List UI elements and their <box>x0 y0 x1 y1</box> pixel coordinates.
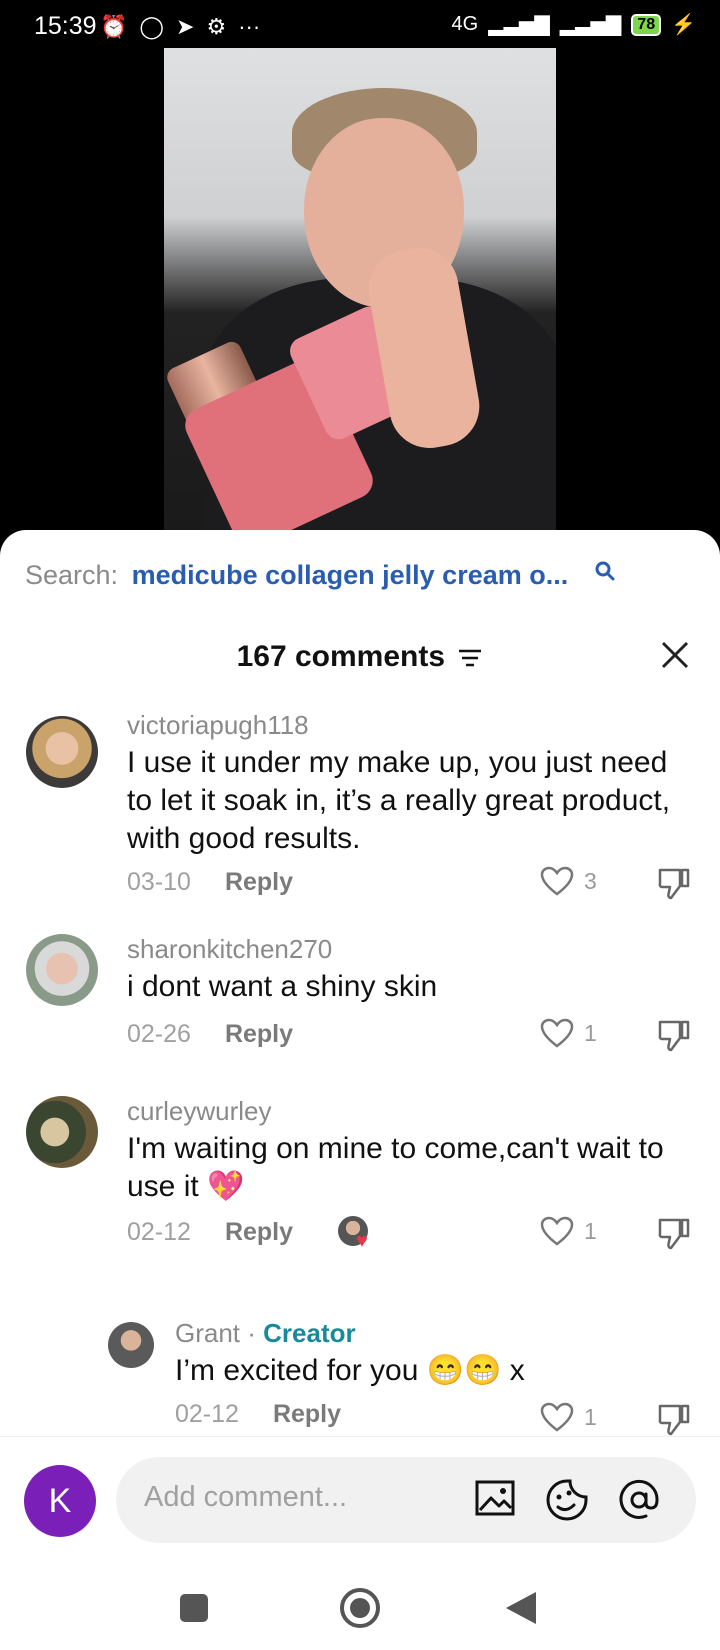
whatsapp-icon: ◯ <box>139 14 165 39</box>
video-preview[interactable] <box>164 48 556 530</box>
thumbs-down-icon[interactable] <box>656 1216 692 1250</box>
charging-icon: ⚡ <box>671 14 696 36</box>
avatar[interactable] <box>26 716 98 788</box>
avatar[interactable] <box>26 934 98 1006</box>
comment-date: 03-10 <box>127 868 191 896</box>
like-button[interactable]: 1 <box>540 1402 597 1432</box>
status-bar: 15:39 ⏰ ◯ ➤ ⚙ ··· 4G ▂▃▅▇ ▂▃▅▇ 78 ⚡ <box>0 0 720 52</box>
comment-date: 02-26 <box>127 1020 191 1048</box>
like-count: 3 <box>584 867 597 894</box>
reply-username[interactable]: Grant <box>175 1318 240 1348</box>
comment-meta: 02-12 Reply <box>127 1218 293 1247</box>
search-icon[interactable] <box>594 560 616 582</box>
reply-button[interactable]: Reply <box>225 1218 293 1247</box>
recents-icon[interactable] <box>178 1592 210 1624</box>
creator-badge: Creator <box>263 1318 356 1348</box>
telegram-icon: ➤ <box>176 14 195 39</box>
more-icon: ··· <box>238 14 261 39</box>
comment-text: i dont want a shiny skin <box>127 970 438 1003</box>
reply-username-row: Grant · Creator <box>175 1318 356 1349</box>
image-icon[interactable] <box>474 1477 516 1519</box>
navigation-bar <box>0 1560 720 1650</box>
comment-date: 02-12 <box>175 1400 239 1428</box>
emoji-sticker-icon[interactable] <box>544 1477 590 1523</box>
thumbs-down-icon[interactable] <box>656 1018 692 1052</box>
comment-meta: 02-12 Reply <box>175 1400 341 1429</box>
separator: · <box>240 1318 264 1348</box>
status-time: 15:39 <box>34 12 97 40</box>
heart-icon <box>540 1018 574 1048</box>
home-icon[interactable] <box>338 1586 382 1630</box>
comments-count: 167 comments <box>236 640 446 673</box>
like-count: 1 <box>584 1217 597 1244</box>
comment-meta: 03-10 Reply <box>127 868 293 897</box>
like-count: 1 <box>584 1403 597 1430</box>
comment-username[interactable]: curleywurley <box>127 1096 272 1127</box>
comment-meta: 02-26 Reply <box>127 1020 293 1049</box>
like-button[interactable]: 1 <box>540 1216 597 1246</box>
creator-liked-badge: ♥ <box>338 1216 372 1252</box>
thumbs-down-icon[interactable] <box>656 1402 692 1436</box>
signal-icon: ▂▃▅▇ <box>488 14 550 36</box>
battery-icon: 78 <box>631 13 662 36</box>
settings-icon: ⚙ <box>206 14 227 39</box>
reply-button[interactable]: Reply <box>225 868 293 897</box>
heart-badge-icon: ♥ <box>356 1230 368 1252</box>
comment-text: I’m excited for you 😁😁 x <box>175 1354 525 1387</box>
network-label: 4G <box>451 13 479 35</box>
alarm-icon: ⏰ <box>100 14 128 39</box>
comments-count-header: 167 comments <box>0 640 720 674</box>
comment-text: I'm waiting on mine to come,can't wait t… <box>127 1132 664 1203</box>
signal-icon-2: ▂▃▅▇ <box>559 14 622 36</box>
status-right: 4G ▂▃▅▇ ▂▃▅▇ 78 ⚡ <box>452 12 696 37</box>
mention-icon[interactable] <box>616 1477 662 1523</box>
reply-button[interactable]: Reply <box>273 1400 341 1429</box>
comment-text: I use it under my make up, you just need… <box>127 746 671 855</box>
back-icon[interactable] <box>504 1590 538 1626</box>
filter-icon[interactable] <box>457 647 483 669</box>
search-query[interactable]: medicube collagen jelly cream o... <box>132 560 569 590</box>
user-avatar[interactable]: K <box>24 1465 96 1537</box>
like-button[interactable]: 1 <box>540 1018 597 1048</box>
heart-icon <box>540 1402 574 1432</box>
comment-composer: K Add comment... <box>0 1436 720 1561</box>
heart-icon <box>540 866 574 896</box>
comment-username[interactable]: sharonkitchen270 <box>127 934 332 965</box>
comment-input-placeholder: Add comment... <box>144 1481 348 1513</box>
heart-icon <box>540 1216 574 1246</box>
close-icon[interactable] <box>658 638 692 672</box>
avatar[interactable] <box>26 1096 98 1168</box>
like-count: 1 <box>584 1019 597 1046</box>
search-suggestion[interactable]: Search: medicube collagen jelly cream o.… <box>25 560 568 591</box>
thumbs-down-icon[interactable] <box>656 866 692 900</box>
like-button[interactable]: 3 <box>540 866 597 896</box>
search-label: Search: <box>25 560 119 590</box>
avatar[interactable] <box>108 1322 154 1368</box>
status-icons: ⏰ ◯ ➤ ⚙ ··· <box>100 14 260 40</box>
reply-button[interactable]: Reply <box>225 1020 293 1049</box>
comment-date: 02-12 <box>127 1218 191 1246</box>
comment-input[interactable]: Add comment... <box>116 1457 696 1543</box>
comment-username[interactable]: victoriapugh118 <box>127 710 309 741</box>
